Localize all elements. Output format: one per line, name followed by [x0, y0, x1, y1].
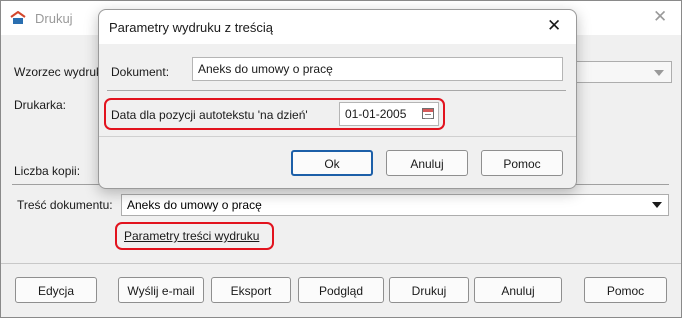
print-params-dialog: Parametry wydruku z treścią ✕ Dokument: …	[98, 9, 577, 189]
ok-button[interactable]: Ok	[291, 150, 373, 176]
chevron-down-icon	[654, 70, 664, 76]
dialog-cancel-button[interactable]: Anuluj	[386, 150, 468, 176]
date-value: 01-01-2005	[345, 107, 407, 121]
preview-button[interactable]: Podgląd	[298, 277, 384, 303]
date-field[interactable]: 01-01-2005	[339, 102, 439, 126]
separator	[107, 90, 566, 91]
dialog-titlebar: Parametry wydruku z treścią ✕	[99, 10, 576, 44]
print-button[interactable]: Drukuj	[389, 277, 469, 303]
separator	[99, 136, 576, 137]
separator	[1, 263, 681, 264]
dialog-title: Parametry wydruku z treścią	[109, 20, 273, 35]
date-label: Data dla pozycji autotekstu 'na dzień'	[111, 108, 308, 122]
template-select[interactable]	[561, 61, 672, 83]
close-icon[interactable]: ✕	[547, 16, 561, 36]
document-field[interactable]: Aneks do umowy o pracę	[192, 57, 563, 81]
printer-label: Drukarka:	[14, 98, 67, 112]
send-email-button[interactable]: Wyślij e-mail	[118, 277, 204, 303]
content-label: Treść dokumentu:	[17, 198, 113, 212]
chevron-down-icon	[652, 202, 662, 208]
content-select-value: Aneks do umowy o pracę	[127, 198, 262, 212]
calendar-icon[interactable]	[422, 108, 434, 119]
copies-label: Liczba kopii:	[14, 164, 81, 178]
print-params-link[interactable]: Parametry treści wydruku	[124, 229, 259, 243]
export-button[interactable]: Eksport	[211, 277, 291, 303]
edit-button[interactable]: Edycja	[15, 277, 97, 303]
content-select[interactable]: Aneks do umowy o pracę	[121, 194, 669, 216]
document-label: Dokument:	[111, 65, 170, 79]
dialog-help-button[interactable]: Pomoc	[481, 150, 563, 176]
main-window-title: Drukuj	[35, 11, 73, 26]
app-icon	[10, 11, 26, 24]
help-button[interactable]: Pomoc	[584, 277, 667, 303]
cancel-button[interactable]: Anuluj	[474, 277, 562, 303]
close-icon[interactable]: ✕	[653, 7, 667, 27]
